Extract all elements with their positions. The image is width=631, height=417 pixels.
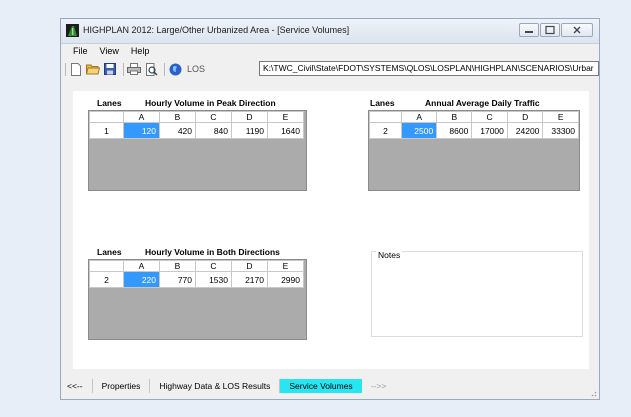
menu-help[interactable]: Help xyxy=(125,44,156,59)
aadt-cell-e[interactable]: 33300 xyxy=(542,122,579,139)
notes-box[interactable]: Notes xyxy=(371,250,583,337)
column-header[interactable]: C xyxy=(471,111,508,123)
column-header[interactable]: C xyxy=(195,111,232,123)
tab-prev-button[interactable]: <<-- xyxy=(65,379,93,393)
volume-cell-a[interactable]: 120 xyxy=(123,122,160,139)
save-icon[interactable] xyxy=(103,62,117,76)
volume-cell-d[interactable]: 2170 xyxy=(231,271,268,288)
menu-bar: File View Help xyxy=(61,44,599,59)
window-title: HIGHPLAN 2012: Large/Other Urbanized Are… xyxy=(83,25,350,35)
lanes-cell[interactable]: 2 xyxy=(89,271,124,288)
grid-header-row: A B C D E xyxy=(368,111,579,123)
toolbar-separator xyxy=(65,62,66,76)
peak-volume-grid[interactable]: A B C D E 1 120 420 840 1190 1640 xyxy=(88,110,307,191)
minimize-button[interactable] xyxy=(519,23,539,37)
both-volume-grid[interactable]: A B C D E 2 220 770 1530 2170 2990 xyxy=(88,259,307,340)
row-header-corner xyxy=(89,260,124,272)
aadt-grid[interactable]: A B C D E 2 2500 8600 17000 24200 33300 xyxy=(368,110,580,191)
column-header[interactable]: B xyxy=(436,111,473,123)
aadt-cell-a[interactable]: 2500 xyxy=(401,122,438,139)
column-header[interactable]: E xyxy=(267,111,304,123)
both-title: Hourly Volume in Both Directions xyxy=(145,247,280,257)
volume-cell-b[interactable]: 770 xyxy=(159,271,196,288)
title-bar: HIGHPLAN 2012: Large/Other Urbanized Are… xyxy=(61,19,599,44)
column-header[interactable]: E xyxy=(542,111,579,123)
print-preview-icon[interactable] xyxy=(144,62,158,76)
tab-properties[interactable]: Properties xyxy=(93,379,151,393)
row-header-corner xyxy=(89,111,124,123)
grid-header-row: A B C D E xyxy=(89,260,304,272)
volume-cell-c[interactable]: 1530 xyxy=(195,271,232,288)
los-globe-icon[interactable] xyxy=(168,62,182,76)
column-header[interactable]: B xyxy=(159,260,196,272)
lanes-cell[interactable]: 2 xyxy=(368,122,403,139)
column-header[interactable]: A xyxy=(401,111,438,123)
aadt-cell-c[interactable]: 17000 xyxy=(471,122,508,139)
column-header[interactable]: D xyxy=(231,111,268,123)
volume-cell-e[interactable]: 2990 xyxy=(267,271,304,288)
menu-file[interactable]: File xyxy=(67,44,94,59)
table-row: 1 120 420 840 1190 1640 xyxy=(89,122,304,139)
close-icon xyxy=(573,26,581,34)
volume-cell-c[interactable]: 840 xyxy=(195,122,232,139)
tab-highway-data[interactable]: Highway Data & LOS Results xyxy=(150,379,281,393)
new-document-icon[interactable] xyxy=(69,62,83,76)
scenario-path-field[interactable]: K:\TWC_Civil\State\FDOT\SYSTEMS\QLOS\LOS… xyxy=(259,61,599,76)
column-header[interactable]: D xyxy=(231,260,268,272)
menu-view[interactable]: View xyxy=(94,44,125,59)
maximize-icon xyxy=(545,25,555,35)
app-window: HIGHPLAN 2012: Large/Other Urbanized Are… xyxy=(60,18,600,400)
table-row: 2 220 770 1530 2170 2990 xyxy=(89,271,304,288)
peak-lanes-label: Lanes xyxy=(97,98,122,108)
both-lanes-label: Lanes xyxy=(97,247,122,257)
row-header-corner xyxy=(368,111,403,123)
los-label[interactable]: LOS xyxy=(187,64,205,74)
peak-title: Hourly Volume in Peak Direction xyxy=(145,98,276,108)
tab-service-volumes[interactable]: Service Volumes xyxy=(280,379,362,393)
volume-cell-d[interactable]: 1190 xyxy=(231,122,268,139)
close-button[interactable] xyxy=(561,23,593,37)
column-header[interactable]: A xyxy=(123,260,160,272)
column-header[interactable]: B xyxy=(159,111,196,123)
aadt-cell-d[interactable]: 24200 xyxy=(506,122,544,139)
column-header[interactable]: A xyxy=(123,111,160,123)
volume-cell-b[interactable]: 420 xyxy=(159,122,196,139)
column-header[interactable]: D xyxy=(506,111,544,123)
column-header[interactable]: E xyxy=(267,260,304,272)
volume-cell-e[interactable]: 1640 xyxy=(267,122,304,139)
tab-next-button[interactable]: -->> xyxy=(362,379,396,393)
bottom-tab-bar: <<-- Properties Highway Data & LOS Resul… xyxy=(61,377,599,395)
open-folder-icon[interactable] xyxy=(86,62,100,76)
table-row: 2 2500 8600 17000 24200 33300 xyxy=(368,122,579,139)
aadt-cell-b[interactable]: 8600 xyxy=(436,122,473,139)
aadt-title: Annual Average Daily Traffic xyxy=(425,98,540,108)
resize-grip-icon[interactable] xyxy=(589,389,597,397)
service-volumes-panel: Lanes Hourly Volume in Peak Direction A … xyxy=(73,91,589,369)
print-icon[interactable] xyxy=(127,62,141,76)
toolbar-separator xyxy=(164,62,165,76)
column-header[interactable]: C xyxy=(195,260,232,272)
grid-header-row: A B C D E xyxy=(89,111,304,123)
toolbar-separator xyxy=(123,62,124,76)
notes-label: Notes xyxy=(376,250,403,260)
aadt-lanes-label: Lanes xyxy=(370,98,395,108)
lanes-cell[interactable]: 1 xyxy=(89,122,124,139)
highplan-app-icon xyxy=(66,24,79,37)
volume-cell-a[interactable]: 220 xyxy=(123,271,160,288)
maximize-button[interactable] xyxy=(540,23,560,37)
minimize-icon xyxy=(525,31,533,33)
